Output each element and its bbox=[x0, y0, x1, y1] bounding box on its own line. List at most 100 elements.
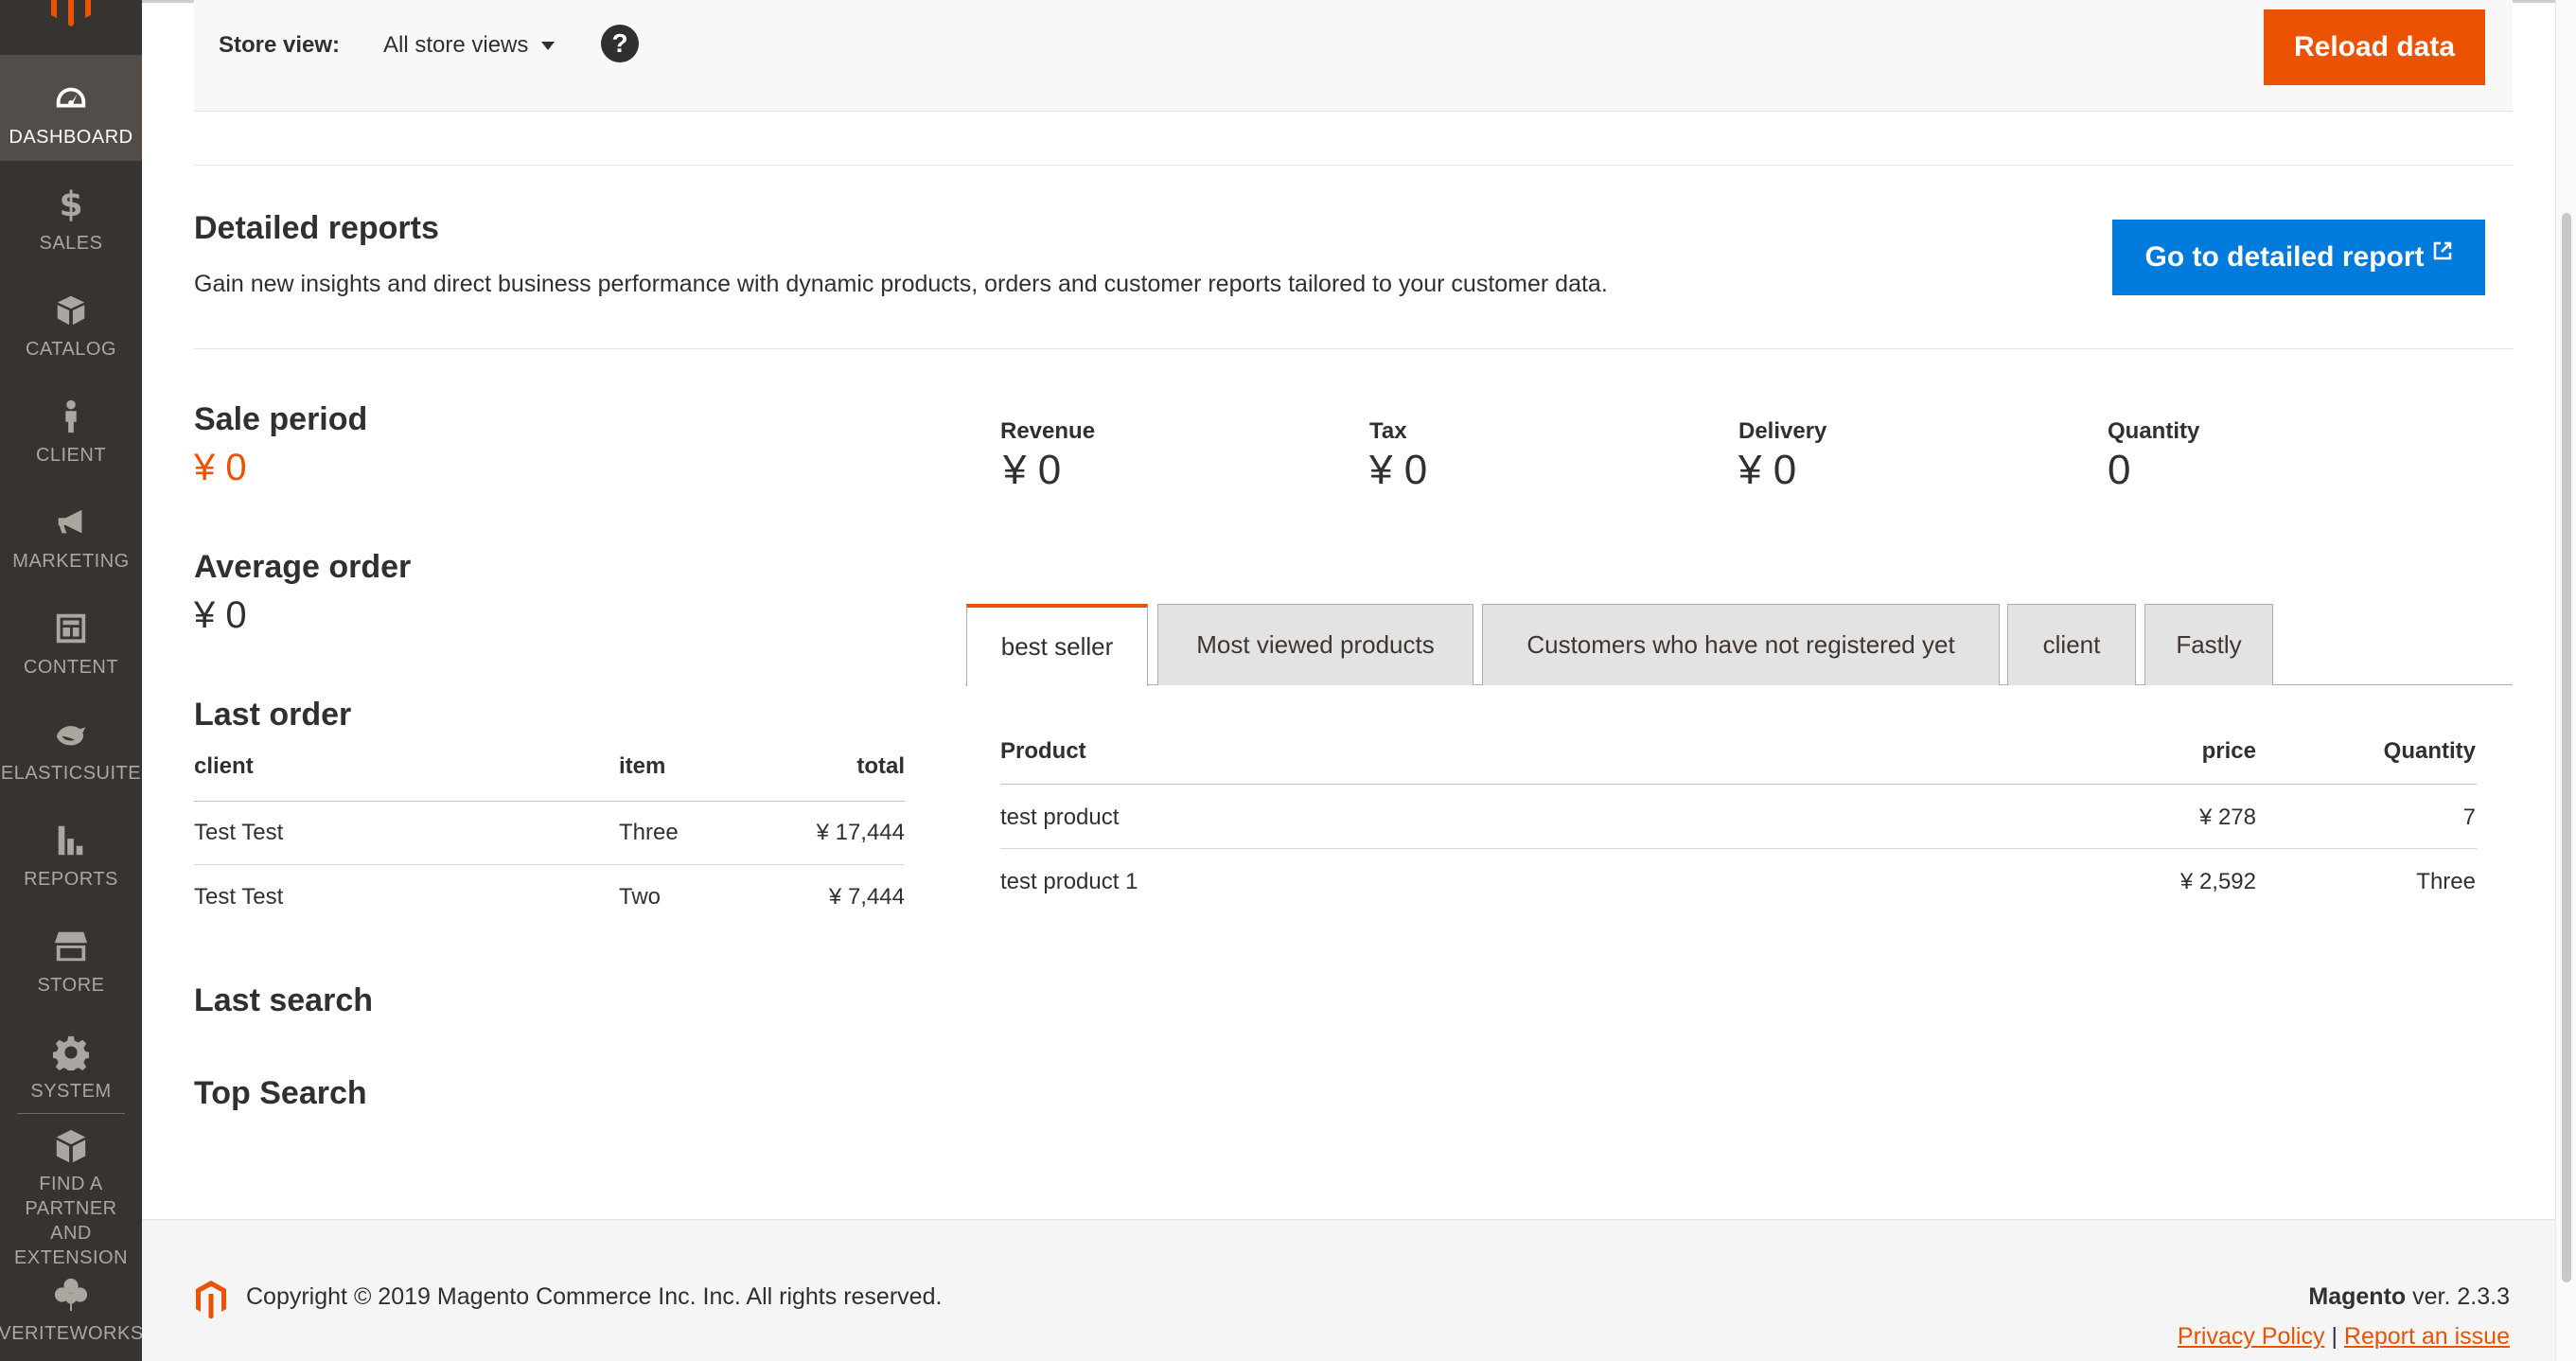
store-view-label: Store view: bbox=[219, 32, 341, 58]
best-seller-product: test product 1 bbox=[1000, 869, 1138, 894]
storefront-icon bbox=[52, 928, 90, 965]
tab-fastly[interactable]: Fastly bbox=[2144, 604, 2273, 685]
average-order-label: Average order bbox=[194, 549, 412, 585]
sidebar-item-find-partner[interactable]: FIND A PARTNER AND EXTENSION bbox=[0, 1117, 142, 1268]
version-text: Magento ver. 2.3.3 bbox=[2308, 1283, 2510, 1311]
sidebar-item-store[interactable]: STORE bbox=[0, 903, 142, 1009]
report-issue-link[interactable]: Report an issue bbox=[2344, 1323, 2510, 1350]
copyright-text: Copyright © 2019 Magento Commerce Inc. I… bbox=[246, 1283, 943, 1310]
sidebar-item-content[interactable]: CONTENT bbox=[0, 585, 142, 691]
tax-value: ¥ 0 bbox=[1369, 447, 1428, 493]
average-order-value: ¥ 0 bbox=[194, 594, 247, 636]
tab-client[interactable]: client bbox=[2007, 604, 2136, 685]
go-to-detailed-report-button[interactable]: Go to detailed report bbox=[2112, 220, 2485, 295]
last-order-client: Test Test bbox=[194, 884, 284, 910]
magento-logo-icon[interactable] bbox=[47, 0, 95, 27]
caret-down-icon bbox=[541, 41, 556, 50]
sidebar-item-label: VERITEWORKS bbox=[0, 1323, 144, 1344]
link-separator: | bbox=[2331, 1323, 2338, 1350]
sidebar-item-system[interactable]: SYSTEM bbox=[0, 1009, 142, 1115]
sidebar-item-elasticsuite[interactable]: ELASTICSUITE bbox=[0, 691, 142, 797]
bar-chart-icon bbox=[52, 822, 90, 859]
dollar-icon: $ bbox=[52, 186, 90, 223]
sidebar-item-label: DASHBOARD bbox=[9, 127, 133, 148]
page-scrollbar[interactable] bbox=[2555, 0, 2576, 1361]
sidebar-item-label: ELASTICSUITE bbox=[0, 763, 142, 784]
best-seller-product: test product bbox=[1000, 804, 1120, 830]
best-seller-col-product: Product bbox=[1000, 738, 1086, 764]
sidebar-item-label: STORE bbox=[37, 975, 105, 996]
brand-name: Magento bbox=[2308, 1283, 2407, 1310]
last-order-col-client: client bbox=[194, 753, 254, 779]
sidebar-item-label: SYSTEM bbox=[30, 1081, 112, 1102]
last-order-item: Three bbox=[619, 820, 679, 845]
admin-sidebar: DASHBOARD $ SALES CATALOG CLIENT MARKETI… bbox=[0, 0, 144, 1361]
quantity-label: Quantity bbox=[2108, 418, 2200, 444]
footer-links: Privacy Policy | Report an issue bbox=[2178, 1323, 2510, 1351]
magento-logo-icon bbox=[194, 1280, 228, 1319]
sidebar-item-marketing[interactable]: MARKETING bbox=[0, 479, 142, 585]
svg-text:$: $ bbox=[59, 186, 82, 222]
layout-icon bbox=[52, 610, 90, 647]
last-order-col-total: total bbox=[856, 753, 905, 779]
box-icon bbox=[52, 292, 90, 329]
store-view-bar: Store view: All store views ? bbox=[194, 0, 2513, 112]
sidebar-item-reports[interactable]: REPORTS bbox=[0, 797, 142, 903]
sidebar-item-label: CATALOG bbox=[25, 339, 117, 360]
sidebar-item-label: FIND A PARTNER AND EXTENSION bbox=[13, 1174, 129, 1268]
gear-icon bbox=[52, 1034, 90, 1071]
last-order-client: Test Test bbox=[194, 820, 284, 845]
table-header-divider bbox=[1000, 784, 2477, 785]
sidebar-item-veriteworks[interactable]: VERITEWORKS bbox=[0, 1268, 144, 1361]
detailed-reports-description: Gain new insights and direct business pe… bbox=[194, 271, 1608, 297]
tab-most-viewed-products[interactable]: Most viewed products bbox=[1157, 604, 1473, 685]
top-search-title: Top Search bbox=[194, 1075, 367, 1111]
tab-best-seller[interactable]: best seller bbox=[966, 604, 1148, 686]
table-row-divider bbox=[194, 864, 905, 865]
sidebar-item-label: CLIENT bbox=[35, 445, 107, 466]
revenue-value: ¥ 0 bbox=[1003, 447, 1062, 493]
elasticsuite-icon bbox=[52, 716, 90, 753]
privacy-policy-link[interactable]: Privacy Policy bbox=[2178, 1323, 2325, 1350]
store-view-selected: All store views bbox=[383, 32, 529, 58]
reload-data-button[interactable]: Reload data bbox=[2264, 9, 2485, 85]
best-seller-col-price: price bbox=[2201, 738, 2256, 764]
best-seller-col-quantity: Quantity bbox=[2383, 738, 2476, 764]
sidebar-item-label: MARKETING bbox=[12, 551, 130, 572]
megaphone-icon bbox=[52, 504, 90, 541]
clover-icon bbox=[52, 1276, 90, 1314]
divider bbox=[194, 348, 2513, 349]
sidebar-item-label: CONTENT bbox=[23, 657, 119, 678]
divider bbox=[194, 165, 2513, 166]
sidebar-item-sales[interactable]: $ SALES bbox=[0, 161, 142, 267]
delivery-value: ¥ 0 bbox=[1738, 447, 1797, 493]
quantity-value: 0 bbox=[2108, 447, 2131, 493]
delivery-label: Delivery bbox=[1738, 418, 1827, 444]
extensions-icon bbox=[52, 1128, 90, 1164]
store-view-dropdown[interactable]: All store views bbox=[383, 32, 556, 59]
person-icon bbox=[52, 398, 90, 435]
best-seller-quantity: 7 bbox=[2462, 804, 2476, 830]
version-number: ver. 2.3.3 bbox=[2412, 1283, 2510, 1310]
last-order-title: Last order bbox=[194, 697, 352, 733]
table-header-divider bbox=[194, 801, 905, 802]
last-order-total: ¥ 7,444 bbox=[828, 884, 905, 910]
external-link-icon bbox=[2433, 241, 2451, 260]
tab-new-customers[interactable]: Customers who have not registered yet bbox=[1482, 604, 2000, 685]
go-to-detailed-report-label: Go to detailed report bbox=[2144, 241, 2425, 273]
last-order-total: ¥ 17,444 bbox=[816, 820, 905, 845]
sale-period-value: ¥ 0 bbox=[194, 447, 247, 488]
best-seller-price: ¥ 2,592 bbox=[2179, 869, 2256, 894]
table-row-divider bbox=[1000, 848, 2477, 849]
scrollbar-thumb[interactable] bbox=[2562, 213, 2571, 1282]
detailed-reports-title: Detailed reports bbox=[194, 210, 439, 246]
sidebar-item-client[interactable]: CLIENT bbox=[0, 373, 142, 479]
help-icon[interactable]: ? bbox=[601, 25, 639, 62]
sidebar-item-catalog[interactable]: CATALOG bbox=[0, 267, 142, 373]
dashboard-icon bbox=[52, 80, 90, 117]
last-search-title: Last search bbox=[194, 982, 373, 1018]
last-order-item: Two bbox=[619, 884, 662, 910]
sidebar-item-dashboard[interactable]: DASHBOARD bbox=[0, 55, 142, 161]
sidebar-item-label: REPORTS bbox=[24, 869, 118, 890]
sidebar-item-label: SALES bbox=[39, 233, 103, 254]
